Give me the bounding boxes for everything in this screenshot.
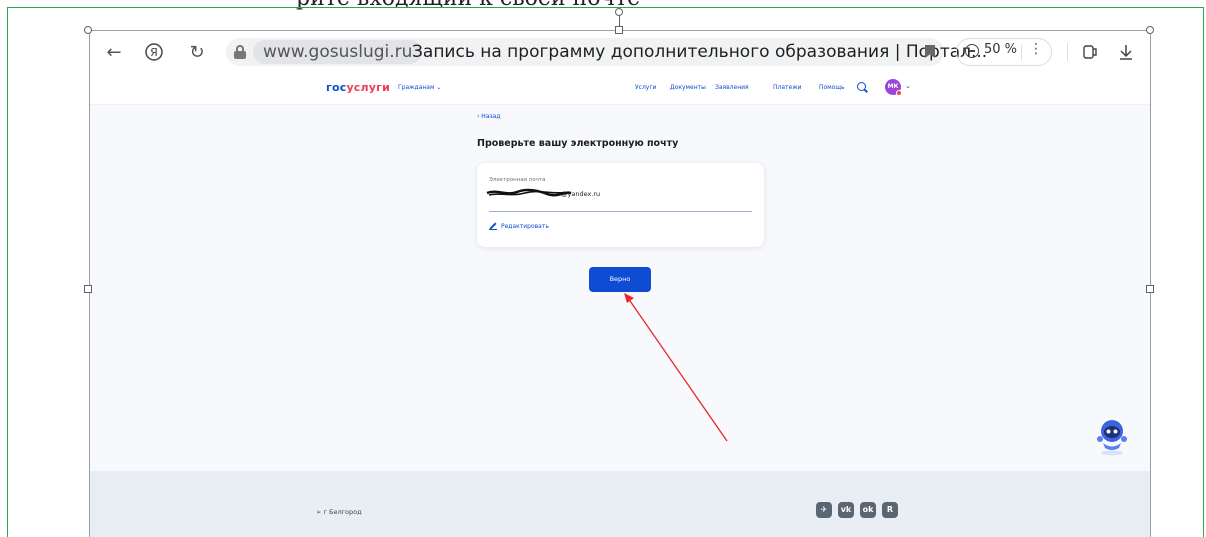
annotation-arrow — [624, 293, 728, 442]
screenshot-stage: рите входящий к своей почте ← Я ↻ www.go… — [0, 0, 1206, 537]
